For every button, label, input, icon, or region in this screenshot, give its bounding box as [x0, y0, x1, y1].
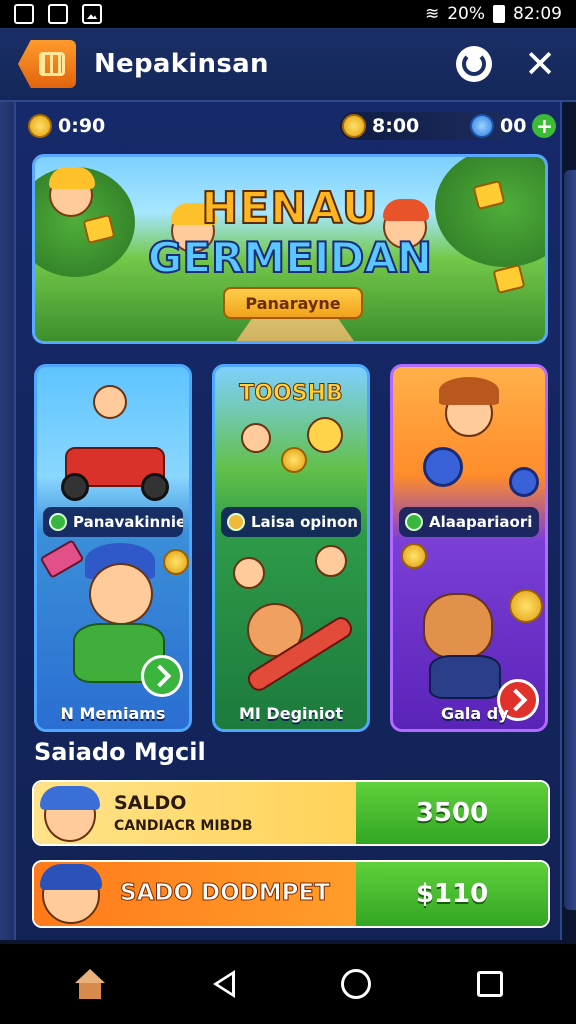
game-card-footer: Gala dy — [441, 704, 509, 723]
game-card-label-text: Panavakinnie — [73, 513, 183, 531]
gem-icon — [470, 114, 494, 138]
character-dog — [423, 593, 493, 659]
coins-value: 0:90 — [58, 115, 106, 137]
avatar — [40, 864, 102, 924]
saldo-label: SALDO — [114, 792, 187, 814]
game-card-3[interactable]: Alaapariaori Gala dy — [390, 364, 548, 732]
nav-back-icon[interactable] — [213, 970, 235, 998]
wifi-icon: ≋ — [424, 4, 440, 24]
game-card-footer: MI Deginiot — [238, 704, 344, 723]
currency-gems: 00 + — [470, 112, 557, 140]
saldo-card[interactable]: SALDO CANDIACR MIBDB 3500 — [32, 780, 550, 846]
add-gems-button[interactable]: + — [532, 114, 557, 138]
coin-icon — [163, 549, 189, 575]
coin-icon — [401, 543, 427, 569]
gallery-icon — [82, 4, 102, 24]
coin-icon — [281, 447, 307, 473]
game-card-1[interactable]: Panavakinnie N Memiams — [34, 364, 192, 732]
saldo-value-button[interactable]: 3500 — [356, 782, 548, 844]
banner-ribbon: Panarayne — [223, 287, 363, 319]
game-icon — [227, 513, 245, 531]
battery-icon — [493, 5, 505, 23]
character — [233, 557, 265, 589]
system-nav-bar — [0, 944, 576, 1024]
banner-title: HENAU — [200, 182, 379, 235]
close-button[interactable]: ✕ — [522, 45, 558, 83]
game-icon — [49, 513, 67, 531]
notification-icon — [14, 4, 34, 24]
coin-icon — [28, 114, 52, 138]
wheel — [61, 473, 89, 501]
gold-value: 8:00 — [372, 115, 420, 137]
status-bar: ≋ 20% 82:09 — [0, 0, 576, 28]
main-panel: 0:90 8:00 00 + HENAU GERMEIDAN Panarayne — [14, 102, 562, 940]
avatar — [40, 786, 100, 842]
gold-coin-icon — [342, 114, 366, 138]
gems-value: 00 — [500, 115, 527, 137]
back-button[interactable] — [18, 40, 76, 88]
page-title: Nepakinsan — [94, 49, 269, 79]
game-icon — [405, 513, 423, 531]
dumbbell — [423, 447, 463, 487]
app-header: Nepakinsan ✕ — [0, 28, 576, 102]
game-card-label: Panavakinnie — [43, 507, 183, 537]
grid-icon — [39, 52, 65, 76]
saldo-section-title: Saiado Mgcil — [34, 738, 206, 766]
nav-home-icon[interactable] — [341, 969, 371, 999]
dog-body — [429, 655, 501, 699]
game-card-footer: N Memiams — [60, 704, 166, 723]
nav-recents-icon[interactable] — [477, 971, 503, 997]
battery-percent: 20% — [447, 4, 485, 24]
game-card-label-text: Laisa opinon — [251, 513, 358, 531]
coin-icon — [509, 589, 543, 623]
saldo-sublabel: CANDIACR MIBDB — [114, 818, 253, 834]
wallet-value-button[interactable]: $110 — [356, 862, 548, 926]
dumbbell — [509, 467, 539, 497]
banner-subtitle: GERMEIDAN — [147, 232, 433, 283]
driver — [93, 385, 127, 419]
saldo-info: SALDO CANDIACR MIBDB — [34, 782, 356, 844]
wallet-card[interactable]: SADO DODMPET $110 — [32, 860, 550, 928]
featured-banner[interactable]: HENAU GERMEIDAN Panarayne — [32, 154, 548, 344]
currency-row: 0:90 8:00 00 + — [28, 112, 557, 142]
game-card-2[interactable]: TOOSHB Laisa opinon MI Deginiot — [212, 364, 370, 732]
hammer — [39, 539, 85, 579]
side-panel-left — [0, 102, 14, 940]
home-app-icon[interactable] — [73, 969, 107, 999]
character-dog — [307, 417, 343, 453]
wheel — [141, 473, 169, 501]
game-card-label: Laisa opinon — [221, 507, 361, 537]
clipboard-icon — [48, 4, 68, 24]
wallet-info: SADO DODMPET — [34, 862, 356, 926]
clock: 82:09 — [513, 4, 562, 24]
character — [315, 545, 347, 577]
game-card-label: Alaapariaori — [399, 507, 539, 537]
character — [241, 423, 271, 453]
side-panel-right — [564, 170, 576, 910]
currency-coins: 0:90 — [28, 112, 105, 140]
refresh-button[interactable] — [456, 46, 492, 82]
wallet-label: SADO DODMPET — [120, 880, 331, 907]
game-card-label-text: Alaapariaori — [429, 513, 533, 531]
hero-face — [89, 563, 153, 625]
hero-hat — [439, 377, 499, 405]
game-card-title: TOOSHB — [239, 381, 343, 407]
play-button[interactable] — [141, 655, 183, 697]
